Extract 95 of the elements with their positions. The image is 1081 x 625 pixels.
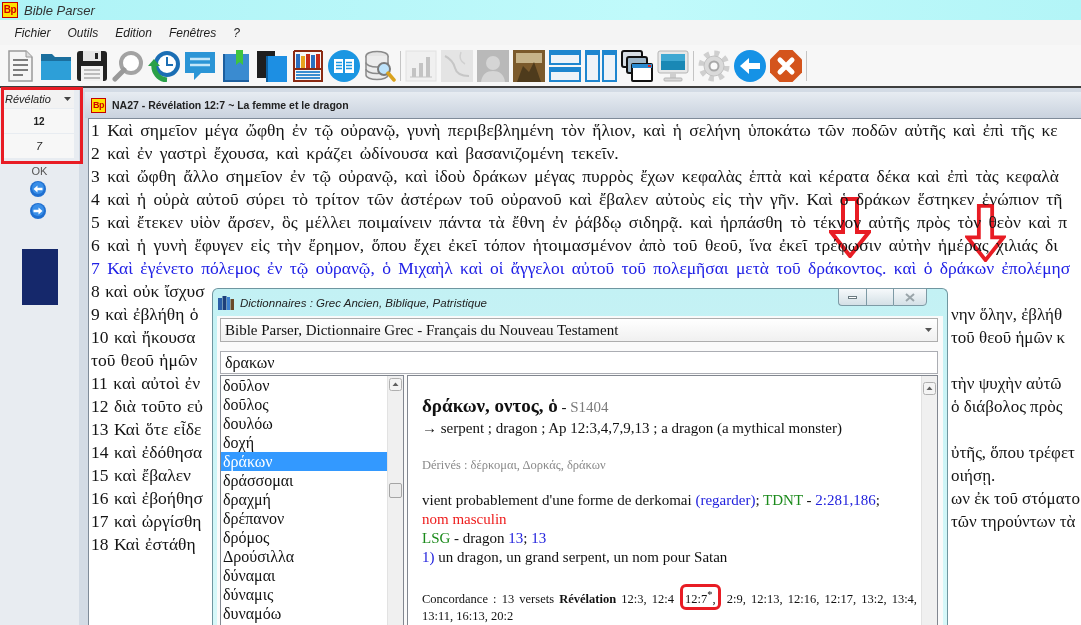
verse-text: τὴν ψυχὴν αὐτῶ [950,373,1062,395]
back-arrow-icon[interactable] [29,181,46,197]
reference-link[interactable]: (regarder) [695,492,756,508]
definition-line: nom masculin [422,510,508,529]
monitor-icon[interactable] [657,49,689,82]
cascade-windows-icon[interactable] [621,49,653,82]
books-icon [218,296,234,310]
word-list-item[interactable]: δύναμις [221,585,387,604]
search-field[interactable]: δρακων [220,351,938,374]
verse-text: νην ὅλην, ἐβλήθ [950,304,1063,326]
word-list-item[interactable]: δρόμος [221,528,387,547]
verse-text: 1 Καὶ σημεῖον μέγα ὤφθη ἐν τῷ οὐρανῷ, γυνὴ περιβεβλημένη τὸν ἥλιον, καὶ ἡ σελήνη ὑποκάτω τῶν ποδῶν αὐτῆς καὶ ἐπὶ τῆς κε [91,119,1058,142]
dictionary-select[interactable]: Bible Parser, Dictionnaire Grec - Français du Nouveau Testament [220,318,938,342]
verse-text: 8 καὶ οὐκ ἴσχυσ [91,280,205,303]
scrollbar-thumb[interactable] [389,483,402,498]
document-logo: Bp [91,97,106,113]
ok-button[interactable]: OK [29,165,50,177]
verse-text: 15 καὶ ἔβαλεν [91,464,191,487]
database-search-icon[interactable] [364,49,396,82]
verse-text: 16 καὶ ἐβοήθησ [91,487,203,510]
verse-text: τοῦ θεοῦ ἡμῶν [91,349,198,372]
derived-words-text: Dérivés : δέρκομαι, Δορκάς, δράκων [422,457,607,473]
close-icon [905,292,915,302]
document-title: NA27 - Révélation 12:7 ~ La femme et le dragon [112,99,349,111]
minimize-button[interactable] [838,288,866,306]
verse-text: ὁ διάβολος πρὸς [950,396,1063,418]
close-icon[interactable] [770,49,802,82]
speech-bubble-icon[interactable] [184,49,216,82]
verse-text: ὐτῆς, ὅπου τρέφετ [950,442,1075,464]
gloss-text: → serpent ; dragon ; Ap 12:3,4,7,9,13 ; a dragon (a mythical monster) [422,419,843,438]
scroll-up-icon[interactable] [923,382,936,395]
menu-item[interactable]: ? [224,25,249,40]
reference-link[interactable]: 13 [508,530,524,546]
entry-heading: δράκων, οντος, ὁ - S1404 [422,395,610,418]
verse-text: 14 καὶ ἐδόθησα [91,441,203,464]
word-list-item[interactable]: δοῦλος [221,395,387,414]
verse-text: 9 καὶ ἐβλήθη ὁ [91,303,199,326]
minimize-icon [848,295,857,299]
verse-text: ων ἐκ τοῦ στόματο [950,488,1080,510]
verse-text: 18 Καὶ ἐστάθη [91,533,196,556]
book-select[interactable]: Révélatio [4,90,74,108]
window-title: Bible Parser [24,2,95,18]
books-icon[interactable] [256,49,288,82]
caret-icon [925,328,932,332]
caret-icon [64,97,71,101]
word-list-item[interactable]: δράσσομαι [221,471,387,490]
chapter-field[interactable]: 12 [4,109,74,133]
verse-text: 7 Καὶ ἐγένετο πόλεμος ἐν τῷ οὐρανῷ, ὁ Μιχαὴλ καὶ οἱ ἄγγελοι αὐτοῦ τοῦ πολεμῆσαι μετὰ τοῦ δράκοντος. καὶ ὁ δράκων ἐπολέμησ [91,257,1071,280]
menu-item[interactable]: Fichier [6,25,59,40]
scrollbar[interactable] [921,376,937,625]
definition-line: vient probablement d'une forme de derkomai (regarder); TDNT - 2:281,186; [422,491,881,510]
save-icon[interactable] [76,49,108,82]
word-list-item[interactable]: Δρούσιλλα [221,547,387,566]
verse-text: 13 Καὶ ὅτε εἶδε [91,418,202,441]
verse-text: 17 καὶ ὠργίσθη [91,510,202,533]
forward-arrow-icon[interactable] [29,203,46,219]
scroll-up-icon[interactable] [389,378,402,391]
definition-line: LSG - dragon 13; 13 [422,529,548,548]
reference-link[interactable]: 13 [531,530,547,546]
menu-item[interactable]: Edition [106,25,161,40]
horizontal-split-icon[interactable] [549,49,581,82]
verse-text: 12 διὰ τοῦτο εὐ [91,395,203,418]
verse-text: οιήσῃ. [950,465,996,487]
verse-text: 3 καὶ ὤφθη ἄλλο σημεῖον ἐν τῷ οὐρανῷ, καὶ ἰδοὺ δράκων μέγας πυρρὸς ἔχων κεφαλὰς ἑπτὰ καὶ κέρατα δέκα καὶ ἐπὶ τὰς κεφαλὰ [91,165,1060,188]
menu-item[interactable]: Fenêtres [160,25,225,40]
word-list-item[interactable]: δρέπανον [221,509,387,528]
bookshelf-icon[interactable] [292,49,324,82]
menu-item[interactable]: Outils [59,25,107,40]
app-logo: Bp [2,2,18,18]
word-list-item[interactable]: δραχμή [221,490,387,509]
verse-text: τοῦ θεοῦ ἡμῶν κ [950,327,1066,349]
verse-field[interactable]: 7 [4,134,74,158]
vertical-split-icon[interactable] [585,49,617,82]
word-list-item[interactable]: δυναμόω [221,604,387,623]
reference-link[interactable]: 2:281,186 [815,492,876,508]
verse-text: 2 καὶ ἐν γαστρὶ ἔχουσα, καὶ κράζει ὠδίνουσα καὶ βασανιζομένη τεκεῖν. [91,142,619,165]
close-button[interactable] [893,288,927,306]
word-list-item[interactable]: δοχή [221,433,387,452]
word-list-item[interactable]: δύναμαι [221,566,387,585]
clock-icon[interactable] [148,49,180,82]
verse-text: τῶν τηρούντων τὰ [950,511,1076,533]
book-cover-placeholder [21,249,58,305]
verse-text: 10 καὶ ἤκουσα [91,326,196,349]
bookmark-book-icon[interactable] [220,49,252,82]
word-list-item[interactable]: δοῦλον [221,376,387,395]
maximize-button[interactable] [866,288,893,306]
verse-text: 11 καὶ αὐτοὶ ἐν [91,372,201,395]
definition-line: 1) un dragon, un grand serpent, un nom pour Satan [422,548,729,567]
scrollbar[interactable] [387,376,403,625]
word-list-item[interactable]: δουλόω [221,414,387,433]
gear-icon[interactable] [698,49,730,82]
reference-link[interactable]: 1) [422,549,435,565]
highlighted-reference[interactable]: 12:7$^{*}$, [680,584,721,611]
painting-icon[interactable] [513,49,545,82]
dialog-title: Dictionnaires : Grec Ancien, Biblique, Patristique [240,296,487,311]
